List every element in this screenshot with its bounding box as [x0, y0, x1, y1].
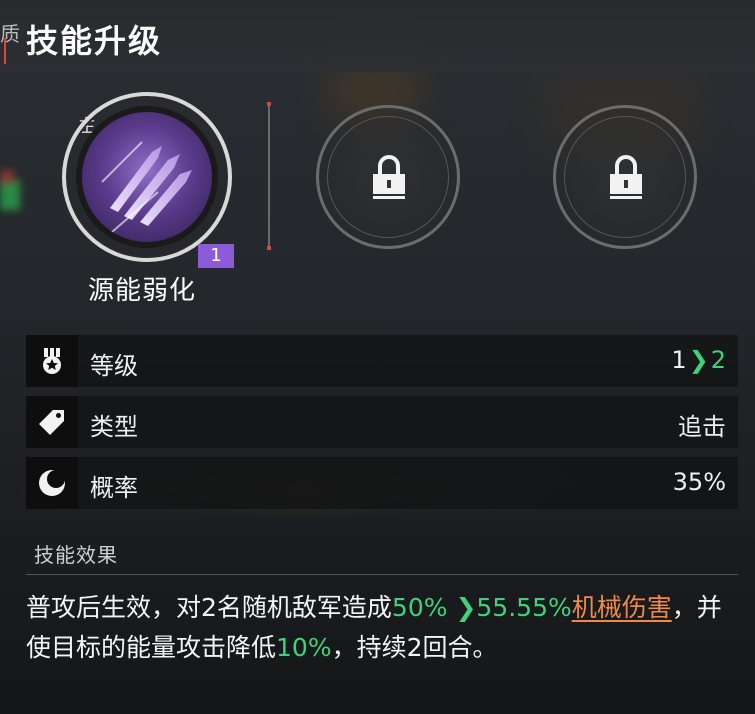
chevron-right-icon: ❯: [447, 593, 477, 622]
lock-icon: [610, 155, 642, 199]
desc-value-old: 50%: [391, 593, 448, 622]
title-stub: 质: [0, 22, 20, 46]
claw-icon: [101, 141, 192, 233]
effect-description: 普攻后生效，对2名随机敌军造成50% ❯55.55%机械伤害，并使目标的能量攻击…: [26, 588, 738, 668]
stat-value: 追击: [678, 413, 726, 441]
desc-value: 10%: [276, 633, 332, 662]
tag-icon: [39, 410, 64, 435]
slot-divider: [268, 104, 270, 250]
level-old: 1: [671, 346, 687, 374]
main-skill-slot[interactable]: [62, 92, 232, 262]
divider-dot: [267, 246, 271, 250]
stat-row-type: 类型 追击: [26, 396, 738, 448]
level-new: 2: [710, 346, 726, 374]
page-title: 技能升级: [26, 22, 163, 60]
desc-value-new: 55.55%: [476, 593, 572, 622]
skill-icon: [76, 106, 218, 248]
medal-icon: [43, 348, 61, 374]
skill-name: 源能弱化: [88, 276, 197, 306]
effect-section-title: 技能效果: [34, 543, 118, 567]
desc-text: 普攻后生效，对2名随机敌军造成: [26, 593, 392, 622]
skill-level-badge: 1: [198, 244, 234, 268]
stat-row-chance: 概率 35%: [26, 457, 738, 509]
stat-label: 等级: [90, 352, 138, 380]
locked-skill-slot-1[interactable]: [316, 105, 460, 249]
title-accent: [4, 38, 6, 64]
locked-skill-slot-2[interactable]: [553, 105, 697, 249]
chevron-right-icon: ❯: [688, 346, 709, 374]
stat-label: 概率: [90, 474, 138, 502]
damage-type-link[interactable]: 机械伤害: [572, 593, 672, 622]
title-bar: 质 技能升级: [0, 0, 755, 72]
stat-row-level: 等级 1❯2: [26, 335, 738, 387]
stat-value: 35%: [672, 468, 726, 496]
lock-icon: [373, 155, 405, 199]
moon-icon: [39, 470, 65, 496]
stat-label: 类型: [90, 413, 138, 441]
desc-text: ，持续2回合。: [331, 633, 498, 662]
stat-value: 1❯2: [671, 346, 726, 374]
divider-dot: [267, 102, 271, 106]
section-divider: [26, 574, 738, 575]
